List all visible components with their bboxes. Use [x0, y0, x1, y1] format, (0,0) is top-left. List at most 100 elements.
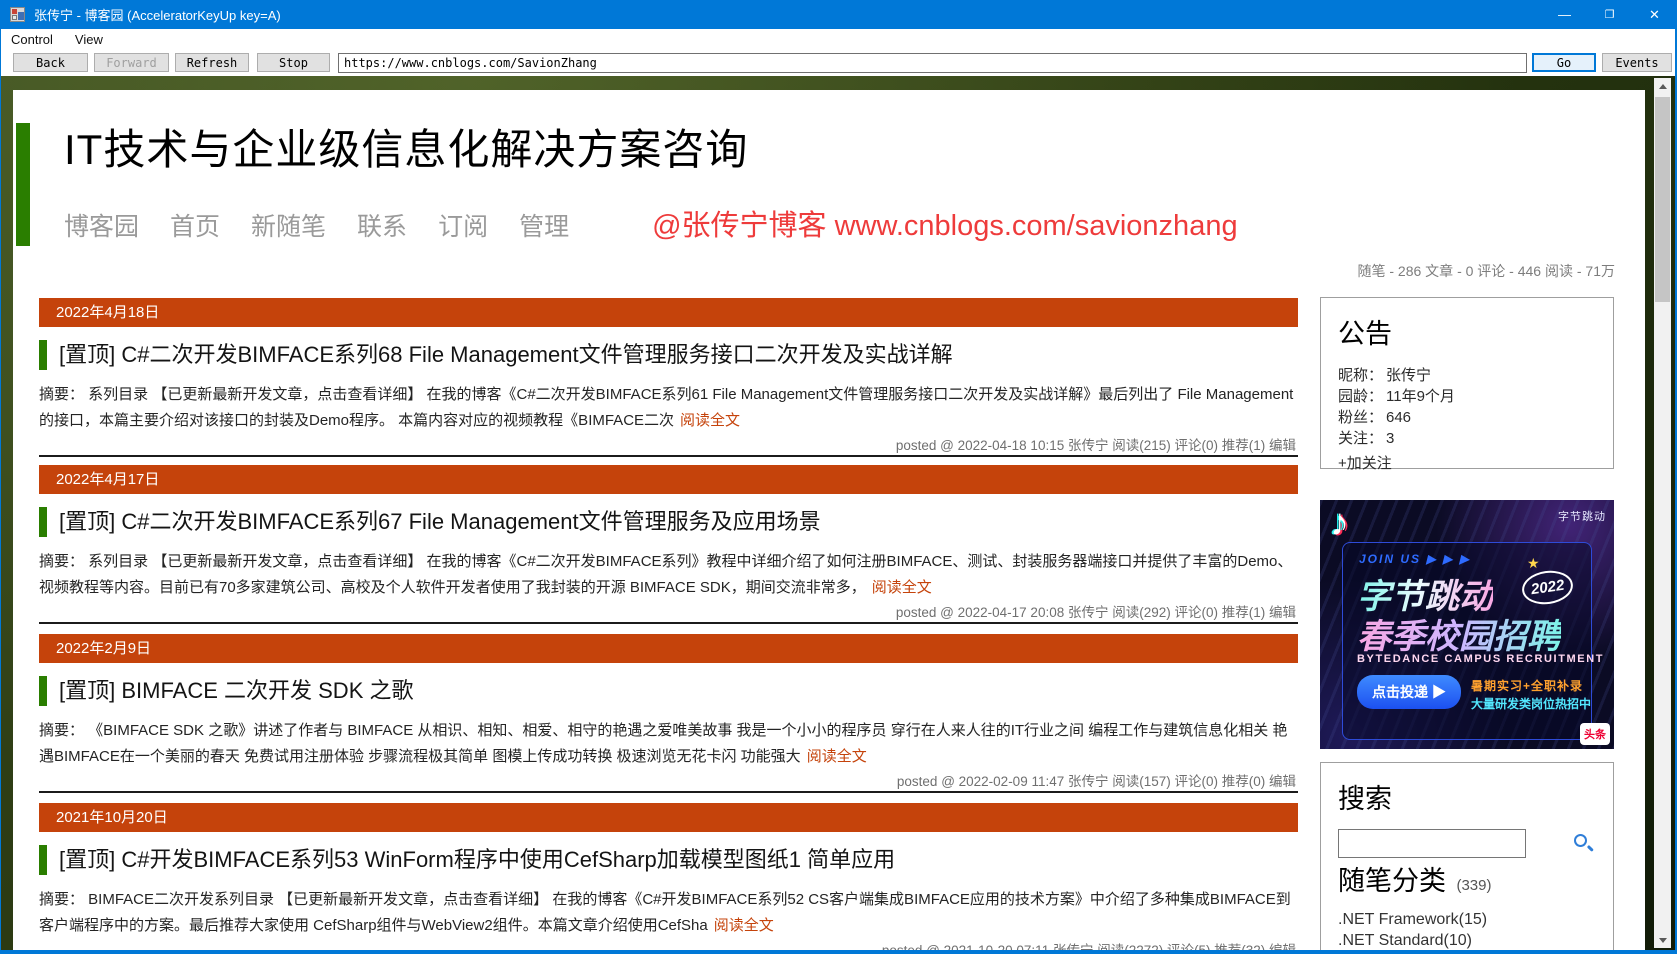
announcement-title: 公告	[1338, 319, 1392, 349]
nav-blogyuan[interactable]: 博客园	[64, 207, 139, 243]
nav-contact[interactable]: 联系	[357, 207, 407, 243]
followers-value: 646	[1386, 409, 1412, 426]
search-icon[interactable]	[1573, 833, 1595, 855]
post-summary: 摘要： BIMFACE二次开发系列目录 【已更新最新开发文章，点击查看详细】 在…	[39, 887, 1297, 939]
following-row: 关注： 3	[1338, 428, 1613, 449]
close-icon[interactable]: ✕	[1632, 0, 1677, 29]
post-item: 2022年4月17日 [置顶] C#二次开发BIMFACE系列67 File M…	[39, 465, 1298, 633]
blog-title: IT技术与企业级信息化解决方案咨询	[64, 126, 749, 173]
categories-heading: 随笔分类 (339)	[1338, 859, 1491, 898]
browser-viewport: IT技术与企业级信息化解决方案咨询 博客园 首页 新随笔 联系 订阅 管理 @张…	[0, 76, 1677, 950]
bytedance-logo: 字节跳动	[1558, 511, 1606, 523]
post-summary-text: 摘要： 系列目录 【已更新最新开发文章，点击查看详细】 在我的博客《C#二次开发…	[39, 386, 1294, 429]
ad-inner-panel: JOIN US ▶ ▶ ▶ 字节跳动 2022 春季校园招聘 BYTEDANCE…	[1342, 542, 1602, 740]
post-item: 2021年10月20日 [置顶] C#开发BIMFACE系列53 WinForm…	[39, 803, 1298, 950]
nickname-value: 张传宁	[1386, 367, 1432, 384]
ad-promo-line-1: 暑期实习+全职补录	[1471, 679, 1584, 693]
post-divider	[39, 622, 1298, 624]
nav-manage[interactable]: 管理	[519, 207, 569, 243]
refresh-button[interactable]: Refresh	[175, 53, 249, 72]
header-green-bar	[16, 123, 30, 246]
read-more-link[interactable]: 阅读全文	[872, 579, 932, 596]
back-button[interactable]: Back	[13, 53, 88, 72]
post-date-bar: 2021年10月20日	[39, 803, 1298, 832]
search-input[interactable]	[1338, 829, 1526, 858]
categories-title: 随笔分类	[1338, 866, 1446, 896]
nickname-label: 昵称：	[1338, 367, 1384, 384]
read-more-link[interactable]: 阅读全文	[714, 917, 774, 934]
following-label: 关注：	[1338, 430, 1384, 447]
toutiao-logo: 头条	[1580, 723, 1610, 745]
post-title-link[interactable]: [置顶] C#二次开发BIMFACE系列67 File Management文件…	[39, 507, 1298, 537]
post-summary-text: 摘要： 系列目录 【已更新最新开发文章，点击查看详细】 在我的博客《C#二次开发…	[39, 553, 1293, 596]
post-meta[interactable]: posted @ 2022-02-09 11:47 张传宁 阅读(157) 评论…	[897, 770, 1296, 790]
scrollbar-thumb[interactable]	[1655, 97, 1670, 302]
followers-row: 粉丝： 646	[1338, 407, 1613, 428]
menu-control[interactable]: Control	[0, 32, 64, 47]
search-box: 搜索 随笔分类 (339) .NET Framework(15) .NET St…	[1320, 762, 1614, 950]
minimize-icon[interactable]: —	[1542, 0, 1587, 29]
vertical-scrollbar[interactable]	[1654, 78, 1671, 948]
bytedance-ad-banner[interactable]: ♪ 字节跳动 JOIN US ▶ ▶ ▶ 字节跳动 2022 春季校园招聘 BY…	[1320, 500, 1614, 749]
announcement-box: 公告 昵称： 张传宁 园龄： 11年9个月 粉丝： 646 关注： 3 +加关注	[1320, 297, 1614, 472]
post-summary: 摘要： 《BIMFACE SDK 之歌》讲述了作者与 BIMFACE 从相识、相…	[39, 718, 1297, 770]
post-date-bar: 2022年4月18日	[39, 298, 1298, 327]
browser-toolbar: Back Forward Refresh Stop Go Events	[0, 50, 1677, 76]
post-summary: 摘要： 系列目录 【已更新最新开发文章，点击查看详细】 在我的博客《C#二次开发…	[39, 549, 1297, 601]
events-button[interactable]: Events	[1602, 53, 1672, 72]
maximize-icon[interactable]: ❐	[1587, 0, 1632, 29]
read-more-link[interactable]: 阅读全文	[807, 748, 867, 765]
announcement-rows: 昵称： 张传宁 园龄： 11年9个月 粉丝： 646 关注： 3	[1338, 365, 1613, 449]
forward-button[interactable]: Forward	[94, 53, 169, 72]
post-summary: 摘要： 系列目录 【已更新最新开发文章，点击查看详细】 在我的博客《C#二次开发…	[39, 382, 1297, 434]
blog-age-label: 园龄：	[1338, 388, 1384, 405]
nickname-row: 昵称： 张传宁	[1338, 365, 1613, 386]
blog-age-value: 11年9个月	[1386, 388, 1455, 405]
post-meta[interactable]: posted @ 2022-04-18 10:15 张传宁 阅读(215) 评论…	[896, 434, 1296, 454]
app-icon	[10, 7, 25, 22]
blog-age-row: 园龄： 11年9个月	[1338, 386, 1613, 407]
post-item: 2022年4月18日 [置顶] C#二次开发BIMFACE系列68 File M…	[39, 298, 1298, 466]
tiktok-note-icon: ♪	[1330, 502, 1349, 544]
blog-watermark: @张传宁博客 www.cnblogs.com/savionzhang	[652, 210, 1238, 242]
go-button[interactable]: Go	[1532, 53, 1596, 72]
ad-2022-badge: 2022	[1519, 567, 1576, 608]
menu-view[interactable]: View	[64, 32, 114, 47]
post-divider	[39, 791, 1298, 793]
post-divider	[39, 455, 1298, 457]
post-title-link[interactable]: [置顶] C#开发BIMFACE系列53 WinForm程序中使用CefShar…	[39, 845, 1298, 875]
blog-page: IT技术与企业级信息化解决方案咨询 博客园 首页 新随笔 联系 订阅 管理 @张…	[13, 90, 1645, 950]
ad-subline: BYTEDANCE CAMPUS RECRUITMENT	[1357, 653, 1605, 665]
ad-apply-button[interactable]: 点击投递 ▶	[1357, 675, 1461, 709]
nav-home[interactable]: 首页	[170, 207, 220, 243]
category-link-net-framework[interactable]: .NET Framework(15)	[1338, 911, 1487, 928]
ad-promo-line-2: 大量研发类岗位热招中	[1471, 697, 1592, 711]
nav-subscribe[interactable]: 订阅	[438, 207, 488, 243]
categories-list: .NET Framework(15) .NET Standard(10)	[1338, 909, 1487, 950]
post-meta[interactable]: posted @ 2022-04-17 20:08 张传宁 阅读(292) 评论…	[896, 601, 1296, 621]
scroll-down-icon[interactable]	[1654, 932, 1671, 948]
window-border-left	[0, 29, 1, 954]
url-input[interactable]	[338, 53, 1527, 73]
scroll-up-icon[interactable]	[1654, 78, 1671, 94]
follow-link[interactable]: +加关注	[1338, 452, 1613, 473]
read-more-link[interactable]: 阅读全文	[680, 412, 740, 429]
nav-new-post[interactable]: 新随笔	[251, 207, 326, 243]
menubar: Control View	[0, 29, 1677, 50]
post-date-bar: 2022年4月17日	[39, 465, 1298, 494]
post-title-link[interactable]: [置顶] C#二次开发BIMFACE系列68 File Management文件…	[39, 340, 1298, 370]
window-border-bottom	[0, 950, 1677, 954]
followers-label: 粉丝：	[1338, 409, 1384, 426]
search-title: 搜索	[1338, 784, 1392, 814]
post-date-bar: 2022年2月9日	[39, 634, 1298, 663]
stop-button[interactable]: Stop	[257, 53, 330, 72]
post-summary-text: 摘要： 《BIMFACE SDK 之歌》讲述了作者与 BIMFACE 从相识、相…	[39, 722, 1288, 765]
app-window: 张传宁 - 博客园 (AcceleratorKeyUp key=A) — ❐ ✕…	[0, 0, 1677, 954]
categories-count: (339)	[1456, 877, 1492, 894]
post-summary-text: 摘要： BIMFACE二次开发系列目录 【已更新最新开发文章，点击查看详细】 在…	[39, 891, 1291, 934]
post-meta[interactable]: posted @ 2021-10-20 07:11 张传宁 阅读(2272) 评…	[882, 939, 1296, 950]
category-link-net-standard[interactable]: .NET Standard(10)	[1338, 932, 1472, 949]
post-title-link[interactable]: [置顶] BIMFACE 二次开发 SDK 之歌	[39, 676, 1298, 706]
window-title: 张传宁 - 博客园 (AcceleratorKeyUp key=A)	[34, 8, 281, 23]
blog-nav: 博客园 首页 新随笔 联系 订阅 管理 @张传宁博客 www.cnblogs.c…	[64, 202, 1238, 244]
